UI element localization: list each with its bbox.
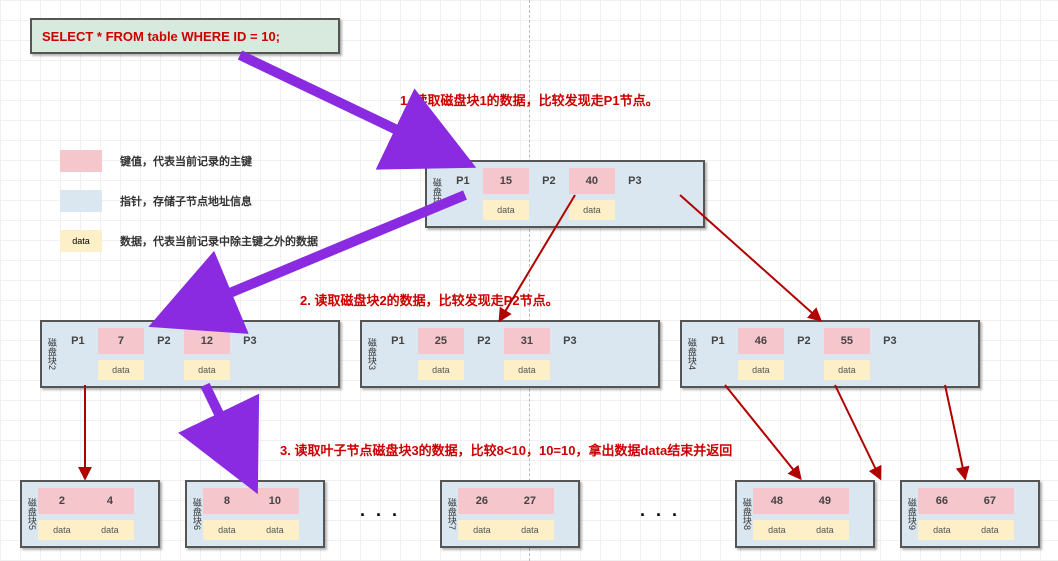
data-cell: data — [86, 520, 134, 540]
data-cell: data — [753, 520, 801, 540]
disk-block-1-cells: P1 15 data P2 40 data P3 — [443, 168, 697, 220]
legend-swatch-data: data — [60, 230, 102, 252]
legend-label-key: 键值，代表当前记录的主键 — [120, 153, 252, 169]
key-cell: 2 — [38, 488, 86, 514]
data-cell: data — [38, 520, 86, 540]
ptr-cell: P1 — [698, 328, 738, 354]
disk-block-1-title: 磁盘块1 — [429, 168, 443, 220]
key-cell: 10 — [251, 488, 299, 514]
data-cell: data — [203, 520, 251, 540]
key-cell: 55 — [824, 328, 870, 354]
data-cell: data — [738, 360, 784, 380]
data-cell: data — [569, 200, 615, 220]
disk-block-7: 磁盘块7 26data 27data — [440, 480, 580, 548]
data-cell: data — [98, 360, 144, 380]
key-cell: 7 — [98, 328, 144, 354]
ptr-cell: P1 — [58, 328, 98, 354]
ptr-cell: P2 — [784, 328, 824, 354]
ellipsis: . . . — [640, 500, 680, 521]
ptr-cell: P3 — [870, 328, 910, 354]
legend-label-ptr: 指针，存储子节点地址信息 — [120, 193, 252, 209]
disk-block-2: 磁盘块2 P1 7 data P2 12 data P3 — [40, 320, 340, 388]
disk-block-8: 磁盘块8 48data 49data — [735, 480, 875, 548]
key-cell: 4 — [86, 488, 134, 514]
arrow-block4-p3-to-leaf9 — [945, 385, 965, 478]
legend-row-ptr: 指针，存储子节点地址信息 — [60, 190, 318, 212]
step-2-text: 2. 读取磁盘块2的数据，比较发现走P2节点。 — [300, 290, 559, 309]
sql-statement-box: SELECT * FROM table WHERE ID = 10; — [30, 18, 340, 54]
arrow-block4-p1-to-leaf8 — [725, 385, 800, 478]
disk-block-8-title: 磁盘块8 — [739, 488, 753, 540]
legend-swatch-key — [60, 150, 102, 172]
legend-swatch-pointer — [60, 190, 102, 212]
ptr-cell: P2 — [464, 328, 504, 354]
ellipsis: . . . — [360, 500, 400, 521]
ptr-cell: P1 — [378, 328, 418, 354]
disk-block-2-title: 磁盘块2 — [44, 328, 58, 380]
data-cell: data — [418, 360, 464, 380]
data-cell: data — [458, 520, 506, 540]
data-cell: data — [184, 360, 230, 380]
key-cell: 26 — [458, 488, 506, 514]
disk-block-7-title: 磁盘块7 — [444, 488, 458, 540]
data-cell: data — [801, 520, 849, 540]
data-cell: data — [918, 520, 966, 540]
key-cell: 40 — [569, 168, 615, 194]
data-cell: data — [251, 520, 299, 540]
disk-block-1: 磁盘块1 P1 15 data P2 40 data P3 — [425, 160, 705, 228]
page-divider — [529, 0, 530, 561]
key-cell: 48 — [753, 488, 801, 514]
ptr-cell: P2 — [529, 168, 569, 194]
data-cell: data — [506, 520, 554, 540]
data-cell: data — [483, 200, 529, 220]
key-cell: 12 — [184, 328, 230, 354]
disk-block-4-title: 磁盘块4 — [684, 328, 698, 380]
disk-block-3-title: 磁盘块3 — [364, 328, 378, 380]
key-cell: 66 — [918, 488, 966, 514]
key-cell: 27 — [506, 488, 554, 514]
arrow-block2-p2-to-leaf6 — [205, 385, 250, 478]
ptr-cell: P1 — [443, 168, 483, 194]
key-cell: 67 — [966, 488, 1014, 514]
data-cell: data — [504, 360, 550, 380]
key-cell: 49 — [801, 488, 849, 514]
disk-block-9: 磁盘块9 66data 67data — [900, 480, 1040, 548]
disk-block-6: 磁盘块6 8data 10data — [185, 480, 325, 548]
disk-block-4: 磁盘块4 P1 46 data P2 55 data P3 — [680, 320, 980, 388]
arrow-block4-p2-to-leaf8 — [835, 385, 880, 478]
key-cell: 8 — [203, 488, 251, 514]
key-cell: 46 — [738, 328, 784, 354]
sql-text: SELECT * FROM table WHERE ID = 10; — [42, 29, 280, 44]
step-1-text: 1. 读取磁盘块1的数据，比较发现走P1节点。 — [400, 90, 659, 109]
disk-block-9-title: 磁盘块9 — [904, 488, 918, 540]
disk-block-3: 磁盘块3 P1 25 data P2 31 data P3 — [360, 320, 660, 388]
legend-row-key: 键值，代表当前记录的主键 — [60, 150, 318, 172]
legend: 键值，代表当前记录的主键 指针，存储子节点地址信息 data 数据，代表当前记录… — [60, 150, 318, 270]
data-cell: data — [824, 360, 870, 380]
ptr-cell: P3 — [230, 328, 270, 354]
disk-block-6-title: 磁盘块6 — [189, 488, 203, 540]
disk-block-5: 磁盘块5 2data 4data — [20, 480, 160, 548]
disk-block-5-title: 磁盘块5 — [24, 488, 38, 540]
key-cell: 15 — [483, 168, 529, 194]
ptr-cell: P3 — [615, 168, 655, 194]
legend-row-data: data 数据，代表当前记录中除主键之外的数据 — [60, 230, 318, 252]
legend-label-data: 数据，代表当前记录中除主键之外的数据 — [120, 233, 318, 249]
data-cell: data — [966, 520, 1014, 540]
key-cell: 31 — [504, 328, 550, 354]
ptr-cell: P3 — [550, 328, 590, 354]
step-3-text: 3. 读取叶子节点磁盘块3的数据，比较8<10，10=10，拿出数据data结束… — [280, 440, 732, 459]
key-cell: 25 — [418, 328, 464, 354]
ptr-cell: P2 — [144, 328, 184, 354]
